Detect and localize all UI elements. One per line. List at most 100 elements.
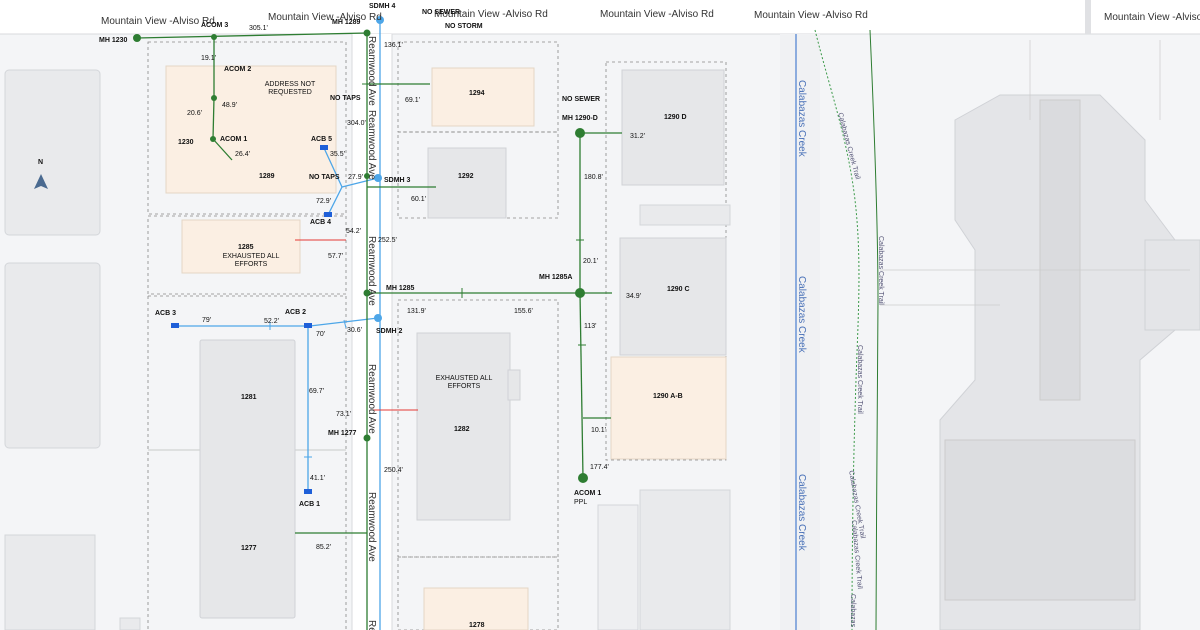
length-label: 10.1' — [591, 427, 606, 434]
label-mh1285a[interactable]: MH 1285A — [539, 274, 572, 282]
length-label: 57.7' — [328, 253, 343, 260]
building-label-1230[interactable]: 1230 — [178, 139, 194, 147]
length-label: 180.8' — [584, 174, 603, 181]
length-label: 27.9' — [348, 174, 363, 181]
node-acom1-ppl — [578, 473, 588, 483]
building-label-1289[interactable]: 1289 — [259, 173, 275, 181]
manhole-mh1285a — [575, 288, 585, 298]
catch-basin-acb5 — [320, 145, 328, 150]
length-label: 19.1' — [201, 55, 216, 62]
trail-label: Calabazas Creek Trail — [856, 345, 863, 414]
note-no-storm: NO STORM — [445, 23, 483, 30]
road-label: Mountain View -Alviso Rd — [268, 12, 382, 23]
length-label: 79' — [202, 317, 212, 324]
street-label: Reamwood Ave — [366, 236, 377, 306]
label-ppl: PPL — [574, 499, 588, 506]
label-acb1[interactable]: ACB 1 — [299, 501, 320, 509]
length-label: 69.7' — [309, 388, 324, 395]
road-label: Mountain View -Alviso Rd — [101, 16, 215, 27]
length-label: 70' — [316, 331, 326, 338]
length-label: 69.1' — [405, 97, 420, 104]
street-label: Reamwood Ave — [366, 364, 377, 434]
map-svg — [0, 0, 1200, 630]
building-label-1290d[interactable]: 1290 D — [664, 114, 687, 122]
length-label: 252.5' — [378, 237, 397, 244]
length-label: 52.2' — [264, 318, 279, 325]
creek-label: Calabazas Creek — [796, 474, 807, 551]
catch-basin-acb4 — [324, 212, 332, 217]
length-label: 20.1' — [583, 258, 598, 265]
trail-label: Calabazas Creek Trail — [877, 236, 884, 305]
building-label-1285[interactable]: 1285 — [238, 244, 254, 252]
label-mh1290d[interactable]: MH 1290-D — [562, 115, 598, 123]
road-label: Mountain View -Alviso Rd — [754, 10, 868, 21]
manhole-mh1277 — [363, 434, 371, 442]
building-label-1281[interactable]: 1281 — [241, 394, 257, 402]
length-label: 113' — [584, 323, 597, 330]
catch-basin-acb3 — [171, 323, 179, 328]
label-acb3[interactable]: ACB 3 — [155, 310, 176, 318]
length-label: 72.9' — [316, 198, 331, 205]
node-acom2 — [211, 95, 217, 101]
label-acom1-ppl[interactable]: ACOM 1 — [574, 490, 601, 498]
note-no-taps: NO TAPS — [309, 174, 340, 181]
node-acom1 — [210, 136, 216, 142]
building-label-1278[interactable]: 1278 — [469, 622, 485, 630]
building-label-1292[interactable]: 1292 — [458, 173, 474, 181]
length-label: 304.0' — [347, 120, 366, 127]
length-label: 136.1' — [384, 42, 403, 49]
length-label: 177.4' — [590, 464, 609, 471]
label-mh1277[interactable]: MH 1277 — [328, 430, 356, 438]
length-label: 73.1' — [336, 411, 351, 418]
manhole-mh1230 — [133, 34, 141, 42]
length-label: 250.4' — [384, 467, 403, 474]
building-label-1290c[interactable]: 1290 C — [667, 286, 690, 294]
street-label: Reamwood Ave — [366, 492, 377, 562]
building-label-1294[interactable]: 1294 — [469, 90, 485, 98]
map-canvas[interactable]: Mountain View -Alviso Rd Mountain View -… — [0, 0, 1200, 630]
note-no-sewer: NO SEWER — [422, 9, 461, 16]
label-sdmh4[interactable]: SDMH 4 — [369, 3, 395, 11]
creek-label: Calabazas Creek — [796, 276, 807, 353]
length-label: 54.2' — [346, 228, 361, 235]
building-label-1277[interactable]: 1277 — [241, 545, 257, 553]
street-label: Re — [366, 620, 377, 630]
length-label: 31.2' — [630, 133, 645, 140]
address-note: ADDRESS NOT REQUESTED — [264, 81, 316, 96]
north-label: N — [38, 159, 44, 166]
node-acom3 — [211, 34, 217, 40]
label-sdmh3[interactable]: SDMH 3 — [384, 177, 410, 185]
length-label: 30.6' — [347, 327, 362, 334]
building-note-1282: EXHAUSTED ALL EFFORTS — [435, 375, 493, 390]
building-label-1282[interactable]: 1282 — [454, 426, 470, 434]
creek-label: Calabazas Creek — [796, 80, 807, 157]
length-label: 26.4' — [235, 151, 250, 158]
label-acom2[interactable]: ACOM 2 — [224, 66, 251, 74]
label-acom1[interactable]: ACOM 1 — [220, 136, 247, 144]
length-label: 60.1' — [411, 196, 426, 203]
note-no-taps: NO TAPS — [330, 95, 361, 102]
trail-label: Calabazas — [849, 594, 856, 628]
manhole-mh1290d — [575, 128, 585, 138]
length-label: 85.2' — [316, 544, 331, 551]
length-label: 48.9' — [222, 102, 237, 109]
storm-manhole-sdmh2 — [374, 314, 382, 322]
catch-basin-acb1 — [304, 489, 312, 494]
note-no-sewer: NO SEWER — [562, 96, 601, 103]
road-label: Mountain View -Alviso Rd — [600, 9, 714, 20]
label-acom3[interactable]: ACOM 3 — [201, 22, 228, 30]
label-sdmh2[interactable]: SDMH 2 — [376, 328, 402, 336]
building-label-1290ab[interactable]: 1290 A-B — [653, 393, 683, 401]
label-mh1289[interactable]: MH 1289 — [332, 19, 360, 27]
length-label: 155.6' — [514, 308, 533, 315]
label-acb4[interactable]: ACB 4 — [310, 219, 331, 227]
length-label: 20.6' — [187, 110, 202, 117]
label-mh1230[interactable]: MH 1230 — [99, 37, 127, 45]
road-label: Mountain View -Alviso Rd — [1104, 12, 1200, 23]
label-mh1285[interactable]: MH 1285 — [386, 285, 414, 293]
label-acb5[interactable]: ACB 5 — [311, 136, 332, 144]
length-label: 41.1' — [310, 475, 325, 482]
length-label: 35.5' — [330, 151, 345, 158]
street-label: Reamwood Ave — [366, 110, 377, 180]
label-acb2[interactable]: ACB 2 — [285, 309, 306, 317]
